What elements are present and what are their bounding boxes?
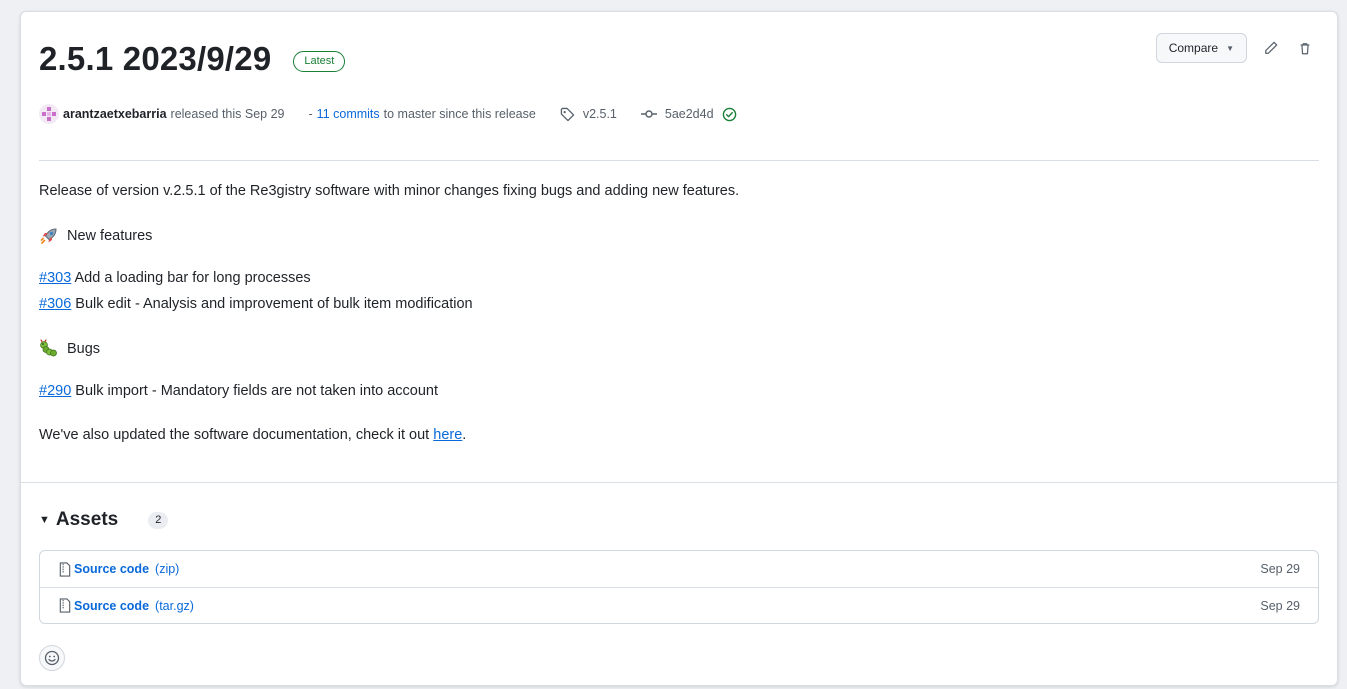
issue-link[interactable]: #290: [39, 383, 71, 399]
release-title[interactable]: 2.5.1 2023/9/29: [39, 40, 271, 78]
release-card: 2.5.1 2023/9/29 Latest Compare ▼ arantza…: [20, 11, 1338, 686]
tag-icon: [560, 107, 575, 121]
feature-item: #306 Bulk edit - Analysis and improvemen…: [39, 295, 473, 313]
feature-text: Add a loading bar for long processes: [74, 270, 311, 286]
pencil-icon[interactable]: [1261, 38, 1281, 58]
commits-prefix: -: [308, 107, 313, 121]
features-heading-text: New features: [67, 227, 153, 244]
asset-row: Source code (tar.gz) Sep 29: [40, 587, 1318, 623]
commits-suffix: to master since this release: [383, 107, 536, 121]
issue-link[interactable]: #303: [39, 270, 71, 286]
feature-item: #303 Add a loading bar for long processe…: [39, 269, 311, 287]
asset-name: Source code: [74, 562, 150, 576]
bugs-heading-text: Bugs: [67, 340, 101, 357]
feature-text: Bulk edit - Analysis and improvement of …: [75, 296, 473, 312]
asset-date: Sep 29: [1260, 598, 1300, 613]
released-text: released this Sep 29: [170, 107, 285, 121]
tag-link[interactable]: v2.5.1: [560, 107, 617, 122]
triangle-down-icon: ▼: [39, 514, 50, 526]
author-link[interactable]: arantzaetxebarria: [63, 107, 167, 121]
asset-link[interactable]: Source code (zip): [58, 561, 180, 577]
commit-sha: 5ae2d4d: [664, 107, 714, 121]
tag-label: v2.5.1: [582, 107, 617, 121]
bug-text: Bulk import - Mandatory fields are not t…: [75, 383, 438, 399]
assets-count-badge: 2: [148, 511, 169, 529]
docs-prefix: We've also updated the software document…: [39, 427, 430, 443]
assets-toggle[interactable]: ▼ Assets 2: [39, 509, 169, 531]
git-commit-icon: [640, 110, 657, 118]
commits-link[interactable]: 11 commits: [317, 107, 380, 121]
caret-down-icon: ▼: [1226, 43, 1234, 53]
assets-title: Assets: [55, 509, 119, 530]
asset-date: Sep 29: [1260, 562, 1300, 576]
features-heading: New features: [39, 226, 152, 246]
release-actions: Compare ▼: [1155, 33, 1315, 63]
file-zip-icon: [59, 561, 71, 577]
smiley-icon: [44, 650, 60, 666]
commit-link[interactable]: 5ae2d4d: [640, 107, 737, 122]
docs-link[interactable]: here: [433, 427, 462, 443]
add-reaction-button[interactable]: [39, 645, 65, 671]
release-meta: arantzaetxebarria released this Sep 29 -…: [39, 104, 737, 124]
file-zip-icon: [59, 598, 71, 613]
latest-badge: Latest: [293, 50, 346, 72]
caterpillar-icon: [40, 339, 57, 357]
issue-link[interactable]: #306: [39, 296, 71, 312]
check-circle-icon[interactable]: [722, 107, 737, 122]
release-header: 2.5.1 2023/9/29 Latest: [39, 40, 346, 78]
asset-row: Source code (zip) Sep 29: [40, 551, 1318, 587]
bugs-heading: Bugs: [39, 339, 100, 359]
docs-suffix: .: [462, 427, 467, 443]
docs-line: We've also updated the software document…: [39, 426, 466, 444]
compare-button[interactable]: Compare ▼: [1155, 33, 1247, 63]
header-divider: [39, 160, 1319, 161]
compare-label: Compare: [1168, 41, 1219, 55]
avatar[interactable]: [39, 104, 59, 124]
bug-item: #290 Bulk import - Mandatory fields are …: [39, 382, 438, 400]
asset-format: (tar.gz): [155, 598, 194, 613]
trash-icon[interactable]: [1295, 38, 1315, 58]
asset-list: Source code (zip) Sep 29 Source code (ta…: [39, 550, 1319, 624]
release-description: Release of version v.2.5.1 of the Re3gis…: [39, 183, 740, 199]
rocket-icon: [40, 228, 57, 244]
asset-format: (zip): [155, 562, 180, 576]
asset-link[interactable]: Source code (tar.gz): [58, 598, 194, 613]
asset-name: Source code: [74, 598, 150, 613]
assets-divider: [21, 482, 1337, 483]
